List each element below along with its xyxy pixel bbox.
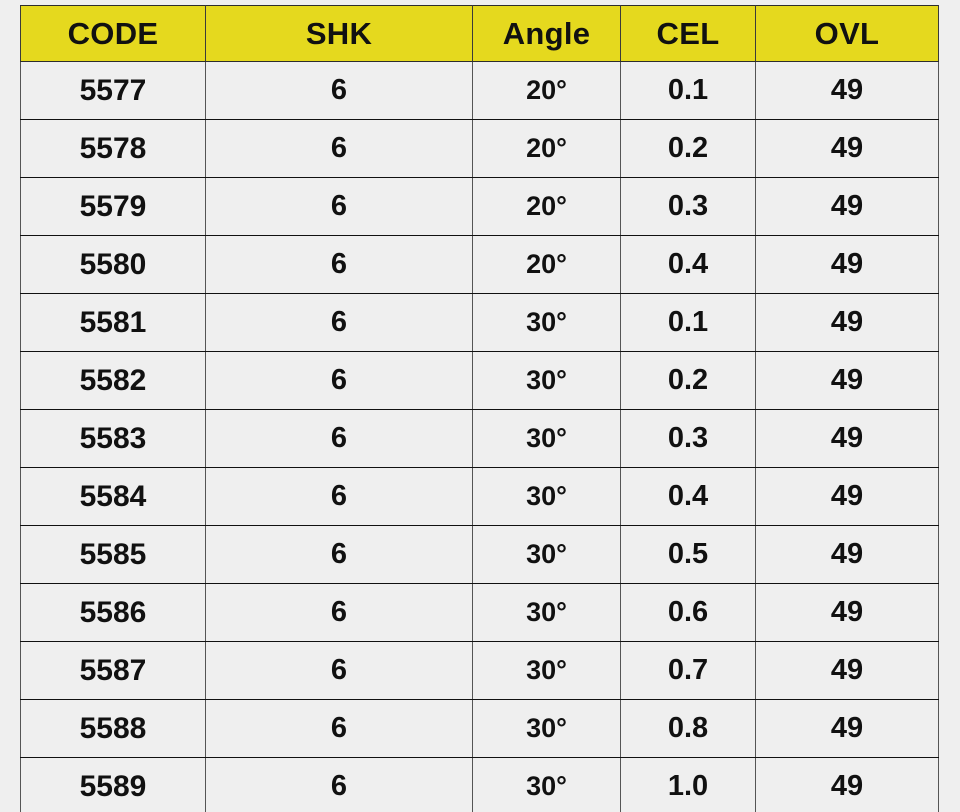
cell-shk: 6 (205, 641, 473, 700)
cell-shk: 6 (205, 293, 473, 352)
table-row[interactable]: 5589 6 30° 1.0 49 (20, 757, 939, 812)
cell-cel: 0.8 (620, 699, 756, 758)
cell-shk: 6 (205, 757, 473, 812)
cell-cel: 0.4 (620, 467, 756, 526)
cell-angle: 30° (472, 757, 621, 812)
cell-shk: 6 (205, 699, 473, 758)
specification-table: CODE SHK Angle CEL OVL 5577 6 20° 0.1 49 5578… (20, 5, 939, 812)
cell-angle: 30° (472, 641, 621, 700)
column-header-ovl[interactable]: OVL (755, 5, 939, 62)
cell-code: 5583 (20, 409, 206, 468)
page-root: CODE SHK Angle CEL OVL 5577 6 20° 0.1 49 5578… (0, 0, 960, 812)
cell-shk: 6 (205, 467, 473, 526)
cell-ovl: 49 (755, 293, 939, 352)
cell-cel: 0.3 (620, 177, 756, 236)
cell-cel: 0.4 (620, 235, 756, 294)
cell-angle: 20° (472, 61, 621, 120)
cell-angle: 30° (472, 351, 621, 410)
cell-ovl: 49 (755, 757, 939, 812)
cell-code: 5585 (20, 525, 206, 584)
cell-code: 5588 (20, 699, 206, 758)
cell-ovl: 49 (755, 583, 939, 642)
cell-ovl: 49 (755, 177, 939, 236)
cell-code: 5587 (20, 641, 206, 700)
cell-shk: 6 (205, 61, 473, 120)
cell-shk: 6 (205, 525, 473, 584)
cell-cel: 1.0 (620, 757, 756, 812)
cell-angle: 30° (472, 293, 621, 352)
table-row[interactable]: 5578 6 20° 0.2 49 (20, 119, 939, 178)
cell-code: 5586 (20, 583, 206, 642)
cell-shk: 6 (205, 119, 473, 178)
cell-ovl: 49 (755, 119, 939, 178)
cell-code: 5578 (20, 119, 206, 178)
cell-shk: 6 (205, 583, 473, 642)
table-row[interactable]: 5587 6 30° 0.7 49 (20, 641, 939, 700)
cell-ovl: 49 (755, 641, 939, 700)
table-body: 5577 6 20° 0.1 49 5578 6 20° 0.2 49 5579 6 20° 0.3 49 5… (20, 61, 939, 812)
cell-shk: 6 (205, 177, 473, 236)
table-header: CODE SHK Angle CEL OVL (20, 5, 939, 62)
cell-cel: 0.7 (620, 641, 756, 700)
cell-angle: 20° (472, 177, 621, 236)
cell-angle: 30° (472, 583, 621, 642)
cell-code: 5584 (20, 467, 206, 526)
cell-ovl: 49 (755, 699, 939, 758)
cell-code: 5589 (20, 757, 206, 812)
header-row: CODE SHK Angle CEL OVL (20, 5, 939, 62)
cell-ovl: 49 (755, 351, 939, 410)
cell-cel: 0.3 (620, 409, 756, 468)
cell-code: 5579 (20, 177, 206, 236)
cell-cel: 0.5 (620, 525, 756, 584)
cell-code: 5581 (20, 293, 206, 352)
cell-ovl: 49 (755, 235, 939, 294)
cell-ovl: 49 (755, 409, 939, 468)
cell-angle: 20° (472, 235, 621, 294)
cell-ovl: 49 (755, 525, 939, 584)
table-row[interactable]: 5581 6 30° 0.1 49 (20, 293, 939, 352)
table-row[interactable]: 5585 6 30° 0.5 49 (20, 525, 939, 584)
cell-angle: 30° (472, 699, 621, 758)
cell-cel: 0.1 (620, 293, 756, 352)
column-header-cel[interactable]: CEL (620, 5, 756, 62)
table-row[interactable]: 5588 6 30° 0.8 49 (20, 699, 939, 758)
cell-ovl: 49 (755, 61, 939, 120)
cell-shk: 6 (205, 235, 473, 294)
cell-cel: 0.2 (620, 351, 756, 410)
cell-cel: 0.1 (620, 61, 756, 120)
cell-code: 5582 (20, 351, 206, 410)
cell-code: 5577 (20, 61, 206, 120)
cell-angle: 30° (472, 409, 621, 468)
column-header-angle[interactable]: Angle (472, 5, 621, 62)
cell-cel: 0.6 (620, 583, 756, 642)
table-row[interactable]: 5582 6 30° 0.2 49 (20, 351, 939, 410)
cell-angle: 30° (472, 525, 621, 584)
cell-code: 5580 (20, 235, 206, 294)
cell-ovl: 49 (755, 467, 939, 526)
table-row[interactable]: 5580 6 20° 0.4 49 (20, 235, 939, 294)
cell-shk: 6 (205, 351, 473, 410)
table-row[interactable]: 5584 6 30° 0.4 49 (20, 467, 939, 526)
table-row[interactable]: 5583 6 30° 0.3 49 (20, 409, 939, 468)
column-header-shk[interactable]: SHK (205, 5, 473, 62)
cell-cel: 0.2 (620, 119, 756, 178)
cell-angle: 30° (472, 467, 621, 526)
cell-angle: 20° (472, 119, 621, 178)
column-header-code[interactable]: CODE (20, 5, 206, 62)
cell-shk: 6 (205, 409, 473, 468)
table-row[interactable]: 5579 6 20° 0.3 49 (20, 177, 939, 236)
table-row[interactable]: 5586 6 30° 0.6 49 (20, 583, 939, 642)
table-row[interactable]: 5577 6 20° 0.1 49 (20, 61, 939, 120)
